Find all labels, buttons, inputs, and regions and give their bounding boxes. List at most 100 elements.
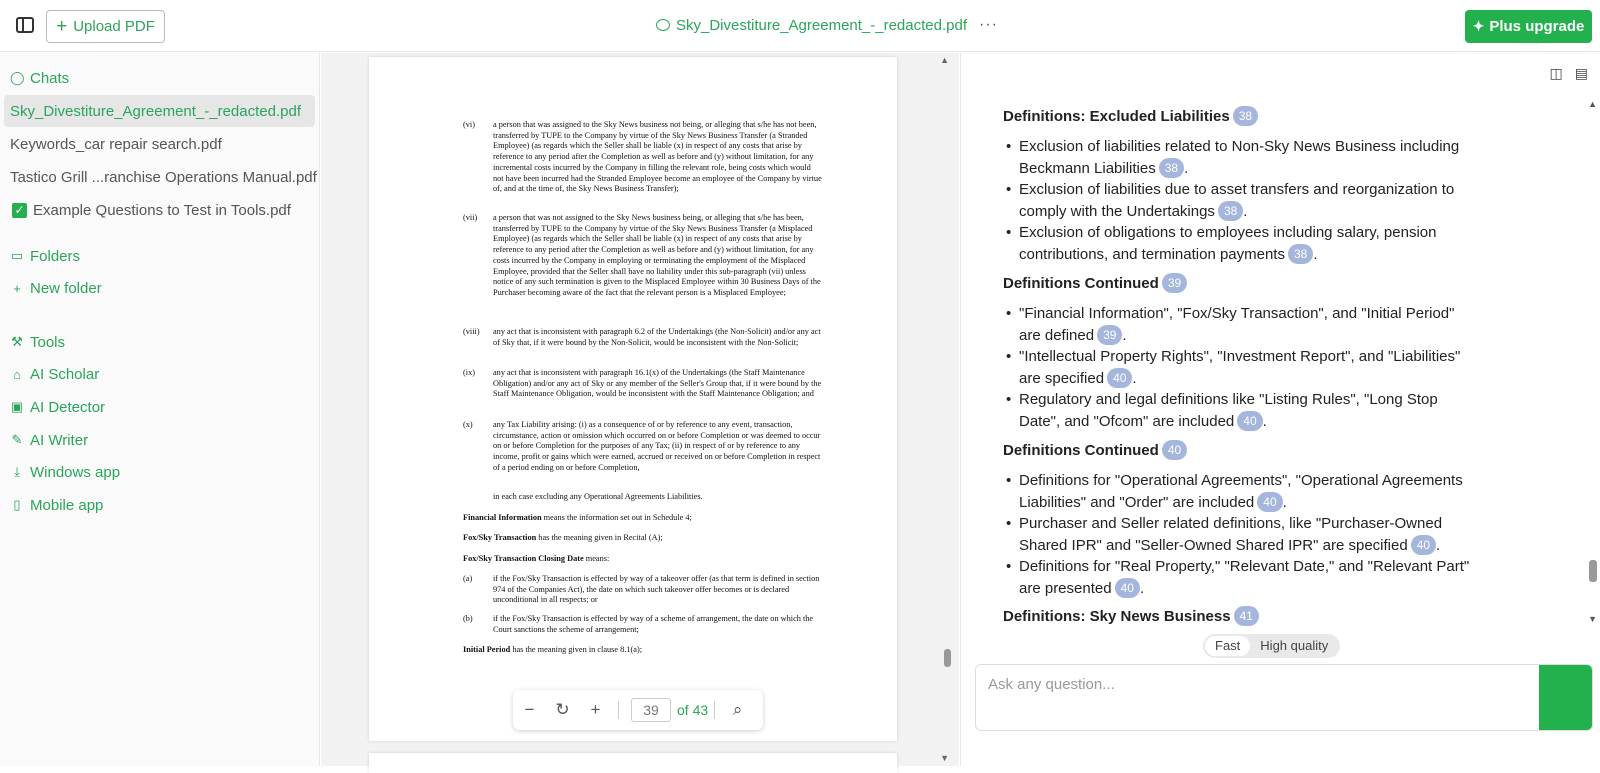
list-item-text: Definitions for "Operational Agreements"…: [1019, 472, 1463, 511]
page-number-input[interactable]: 39: [631, 698, 671, 722]
page-reference-badge[interactable]: 40: [1410, 534, 1437, 555]
sidebar-file-label: Sky_Divestiture_Agreement_-_redacted.pdf: [10, 102, 301, 120]
question-input-box[interactable]: Ask any question...: [975, 664, 1593, 731]
page-reference-badge[interactable]: 40: [1114, 577, 1140, 598]
page-reference-badge[interactable]: 38: [1217, 200, 1244, 221]
mobile-phone-icon: ▯: [13, 497, 21, 512]
document-title-area[interactable]: Sky_Divestiture_Agreement_-_redacted.pdf…: [656, 16, 998, 34]
document-title: Sky_Divestiture_Agreement_-_redacted.pdf: [676, 16, 967, 34]
sidebar-tool-label: Windows app: [30, 463, 121, 481]
sidebar-item-chats[interactable]: ◯ Chats: [10, 62, 69, 94]
definition-text: means the information set out in Schedul…: [541, 513, 692, 522]
sidebar-tool-label: AI Scholar: [30, 365, 100, 383]
sidebar-file-active[interactable]: Sky_Divestiture_Agreement_-_redacted.pdf: [4, 95, 315, 127]
sub-clause: (b) if the Fox/Sky Transaction is effect…: [463, 614, 823, 635]
plus-upgrade-button[interactable]: ✦ Plus upgrade: [1465, 10, 1592, 43]
section-heading-text: Definitions: Excluded Liabilities: [1003, 108, 1230, 125]
list-item: Exclusion of liabilities due to asset tr…: [1006, 179, 1479, 222]
sidebar-folders-label: Folders: [30, 247, 81, 265]
page-reference-badge[interactable]: 39: [1161, 273, 1188, 293]
zoom-toolbar: − ↻ + 39 of 43 ⌕: [513, 690, 763, 730]
page-reference-badge[interactable]: 40: [1237, 410, 1263, 431]
sidebar-item-folders[interactable]: ▭ Folders: [10, 240, 80, 272]
sidebar-item-ai-detector[interactable]: ▣ AI Detector: [10, 391, 105, 423]
chat-scrollbar-thumb[interactable]: [1589, 560, 1597, 582]
definition-text: has the meaning given in Recital (A);: [536, 533, 663, 542]
sidebar-file[interactable]: Keywords_car repair search.pdf: [10, 128, 222, 160]
section-heading: Definitions Continued 39: [1003, 273, 1188, 295]
upload-pdf-button[interactable]: + Upload PDF: [46, 10, 165, 43]
list-item: Exclusion of obligations to employees in…: [1006, 222, 1479, 265]
clause-item: (x) any Tax Liability arising: (i) as a …: [463, 420, 823, 474]
search-icon[interactable]: ⌕: [721, 700, 754, 720]
scroll-up-arrow-icon[interactable]: ▲: [1588, 99, 1597, 109]
send-button[interactable]: [1539, 665, 1592, 730]
clause-number: (viii): [463, 327, 480, 336]
page-reference-badge[interactable]: 38: [1158, 157, 1185, 178]
graduation-cap-icon: ⌂: [13, 366, 21, 382]
quality-high-option[interactable]: High quality: [1250, 636, 1338, 656]
sidebar-tools-label: Tools: [30, 333, 66, 351]
page-reference-badge[interactable]: 38: [1232, 106, 1259, 126]
more-options-icon[interactable]: ···: [979, 16, 998, 34]
page-reference-badge[interactable]: 39: [1097, 324, 1123, 345]
sub-clause-number: (a): [463, 574, 473, 583]
definition-initial-period: Initial Period has the meaning given in …: [463, 645, 823, 656]
sidebar-file[interactable]: ✓ Example Questions to Test in Tools.pdf: [12, 194, 291, 226]
download-icon: ⤓: [14, 464, 20, 479]
pdf-viewer[interactable]: (vi) a person that was assigned to the S…: [321, 53, 959, 773]
pdf-next-page: [369, 753, 897, 773]
clause-text: a person that was not assigned to the Sk…: [493, 213, 821, 297]
section-heading: Definitions: Excluded Liabilities 38: [1003, 106, 1259, 128]
scroll-down-arrow-icon[interactable]: ▼: [1588, 614, 1597, 624]
cards-icon[interactable]: ◫: [1550, 65, 1563, 82]
upload-pdf-label: Upload PDF: [73, 18, 155, 35]
plus-icon: +: [56, 16, 68, 37]
page-reference-badge[interactable]: 40: [1107, 367, 1133, 388]
list-item: Exclusion of liabilities related to Non-…: [1006, 136, 1479, 179]
book-search-icon: ▣: [10, 399, 24, 414]
list-item-text: Exclusion of obligations to employees in…: [1019, 224, 1437, 263]
clause-item: (vii) a person that was not assigned to …: [463, 213, 823, 299]
list-item: Definitions for "Real Property," "Releva…: [1006, 556, 1479, 599]
section-heading-text: Definitions: Sky News Business: [1003, 608, 1231, 625]
sidebar-item-windows-app[interactable]: ⤓ Windows app: [10, 456, 120, 488]
sidebar-file-label: Example Questions to Test in Tools.pdf: [33, 201, 291, 219]
document-icon[interactable]: ▤: [1575, 65, 1588, 82]
list-item-text: Definitions for "Real Property," "Releva…: [1019, 558, 1470, 597]
viewer-scrollbar-thumb[interactable]: [944, 649, 951, 667]
zoom-out-icon[interactable]: −: [513, 700, 546, 720]
definition-text: means:: [583, 554, 610, 563]
sidebar-item-new-folder[interactable]: + New folder: [10, 272, 102, 304]
sidebar-item-mobile-app[interactable]: ▯ Mobile app: [10, 489, 103, 521]
sidebar-item-ai-scholar[interactable]: ⌂ AI Scholar: [10, 358, 99, 390]
page-reference-badge[interactable]: 41: [1233, 606, 1259, 626]
sub-clause-text: if the Fox/Sky Transaction is effected b…: [493, 574, 820, 605]
quality-fast-option[interactable]: Fast: [1205, 636, 1251, 656]
quality-toggle: Fast High quality: [1203, 634, 1341, 658]
list-item: Definitions for "Operational Agreements"…: [1006, 470, 1479, 513]
question-input[interactable]: Ask any question...: [988, 676, 1115, 693]
list-item-text: Purchaser and Seller related definitions…: [1019, 515, 1443, 554]
clause-number: (ix): [463, 368, 475, 377]
sidebar-item-ai-writer[interactable]: ✎ AI Writer: [10, 424, 89, 456]
scroll-down-arrow-icon[interactable]: ▼: [940, 753, 949, 763]
sidebar-tool-label: Mobile app: [30, 496, 104, 514]
list-item: "Financial Information", "Fox/Sky Transa…: [1006, 303, 1479, 346]
sidebar-toggle-icon[interactable]: [16, 17, 34, 33]
list-item: Purchaser and Seller related definitions…: [1006, 513, 1479, 556]
page-reference-badge[interactable]: 38: [1287, 243, 1314, 264]
section-heading: Definitions: Sky News Business 41: [1003, 606, 1259, 628]
chat-content: Definitions: Excluded Liabilities38 Excl…: [1003, 53, 1493, 633]
scroll-up-arrow-icon[interactable]: ▲: [940, 55, 949, 65]
zoom-in-icon[interactable]: +: [579, 700, 612, 720]
sidebar-tool-label: AI Detector: [30, 398, 106, 416]
sub-clause-text: if the Fox/Sky Transaction is effected b…: [493, 614, 814, 634]
sidebar-file[interactable]: Tastico Grill ...ranchise Operations Man…: [10, 161, 317, 193]
chat-bubble-icon: ◯: [10, 70, 25, 85]
page-reference-badge[interactable]: 40: [1161, 440, 1188, 460]
page-reference-badge[interactable]: 40: [1257, 491, 1283, 512]
rotate-icon[interactable]: ↻: [546, 700, 579, 720]
sidebar-item-tools[interactable]: ⚒ Tools: [10, 326, 65, 358]
chat-panel: ◫ ▤ Definitions: Excluded Liabilities 38 …: [960, 53, 1600, 766]
